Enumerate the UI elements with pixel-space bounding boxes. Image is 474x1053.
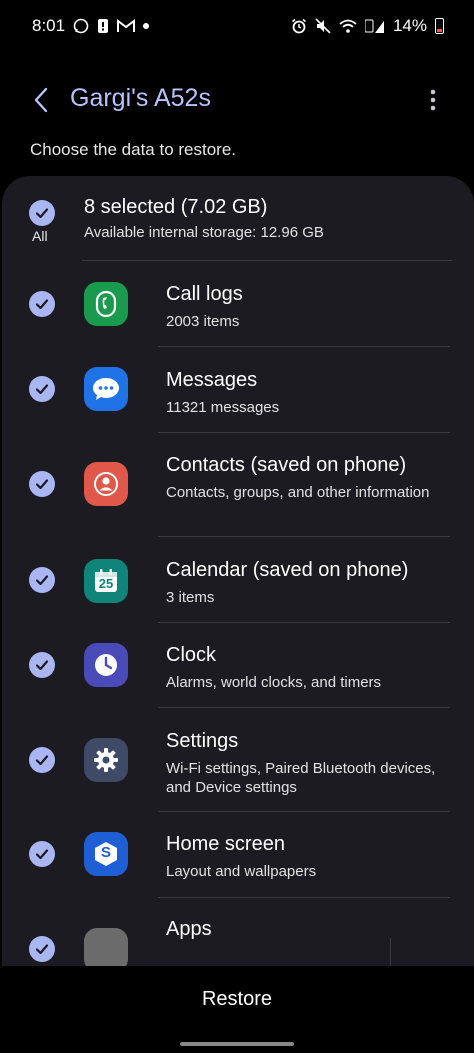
page-title: Gargi's A52s (70, 84, 211, 112)
select-all-checkbox[interactable] (29, 200, 55, 226)
checkmark-icon (35, 479, 49, 490)
item-subtitle: 2003 items (166, 313, 240, 330)
home-screen-checkbox[interactable] (29, 841, 55, 867)
checkmark-icon (35, 849, 49, 860)
data-list-card: All 8 selected (7.02 GB) Available inter… (2, 176, 474, 966)
item-subtitle: Contacts, groups, and other information (166, 484, 430, 501)
list-item-call-logs[interactable]: Call logs 2003 items (2, 261, 474, 346)
list-item-apps[interactable]: Apps (2, 898, 474, 966)
whatsapp-icon (73, 18, 89, 34)
status-right: 14% (291, 16, 444, 36)
settings-checkbox[interactable] (29, 747, 55, 773)
item-title: Messages (166, 369, 258, 391)
bottom-bar: Restore (0, 966, 474, 1053)
clock-checkbox[interactable] (29, 652, 55, 678)
checkmark-icon (35, 208, 49, 219)
list-item-home-screen[interactable]: S Home screen Layout and wallpapers (2, 812, 474, 897)
item-title: Clock (166, 644, 217, 666)
chevron-left-icon (34, 87, 48, 113)
volte-signal-icon (364, 18, 385, 34)
select-all-label: All (32, 228, 48, 244)
status-bar: 8:01 14% (0, 0, 474, 52)
calendar-icon: 25 (84, 559, 128, 603)
list-item-contacts[interactable]: Contacts (saved on phone) Contacts, grou… (2, 433, 474, 536)
alarm-icon (291, 18, 307, 34)
mute-icon (315, 18, 331, 34)
item-title: Call logs (166, 283, 243, 305)
list-item-messages[interactable]: Messages 11321 messages (2, 347, 474, 432)
status-left: 8:01 (32, 16, 150, 36)
instruction-text: Choose the data to restore. (30, 140, 237, 159)
item-subtitle: Wi-Fi settings, Paired Bluetooth devices… (166, 760, 436, 796)
app-bar: Gargi's A52s (0, 70, 474, 130)
list-item-clock[interactable]: Clock Alarms, world clocks, and timers (2, 623, 474, 707)
home-screen-icon: S (84, 832, 128, 876)
calendar-checkbox[interactable] (29, 567, 55, 593)
selection-summary: 8 selected (7.02 GB) (84, 196, 268, 218)
checkmark-icon (35, 299, 49, 310)
gear-icon (84, 738, 128, 782)
expand-divider (390, 938, 391, 966)
back-button[interactable] (26, 82, 56, 118)
home-screen-badge: S (100, 844, 111, 861)
wifi-icon (339, 19, 357, 34)
home-indicator[interactable] (180, 1042, 294, 1046)
checkmark-icon (35, 755, 49, 766)
list-item-settings[interactable]: Settings Wi-Fi settings, Paired Bluetoot… (2, 708, 474, 811)
call-logs-checkbox[interactable] (29, 291, 55, 317)
item-title: Home screen (166, 833, 285, 855)
list-item-calendar[interactable]: 25 Calendar (saved on phone) 3 items (2, 537, 474, 622)
item-title: Settings (166, 730, 239, 752)
checkmark-icon (35, 944, 49, 955)
item-subtitle: Alarms, world clocks, and timers (166, 674, 382, 691)
calendar-day-badge: 25 (98, 576, 114, 591)
contacts-checkbox[interactable] (29, 471, 55, 497)
item-subtitle: Layout and wallpapers (166, 863, 317, 880)
more-vertical-icon (430, 89, 436, 111)
apps-icon (84, 928, 128, 966)
battery-percent: 14% (392, 16, 427, 35)
apps-checkbox[interactable] (29, 936, 55, 962)
item-title: Apps (166, 918, 212, 940)
more-options-button[interactable] (418, 82, 448, 118)
item-title: Calendar (saved on phone) (166, 559, 409, 581)
notification-app-icon (97, 18, 109, 34)
item-subtitle: 3 items (166, 589, 215, 606)
select-all-row[interactable]: All 8 selected (7.02 GB) Available inter… (2, 176, 474, 260)
more-notifications-dot-icon (143, 23, 150, 29)
battery-icon (435, 18, 444, 34)
phone-icon (84, 282, 128, 326)
clock-icon (84, 643, 128, 687)
checkmark-icon (35, 575, 49, 586)
restore-button[interactable]: Restore (170, 988, 304, 1018)
messages-checkbox[interactable] (29, 376, 55, 402)
chat-bubble-icon (84, 367, 128, 411)
item-title: Contacts (saved on phone) (166, 454, 407, 476)
available-storage: Available internal storage: 12.96 GB (84, 224, 324, 241)
checkmark-icon (35, 384, 49, 395)
item-subtitle: 11321 messages (166, 399, 280, 416)
person-icon (84, 462, 128, 506)
gmail-icon (117, 19, 136, 33)
status-time: 8:01 (32, 16, 66, 35)
checkmark-icon (35, 660, 49, 671)
